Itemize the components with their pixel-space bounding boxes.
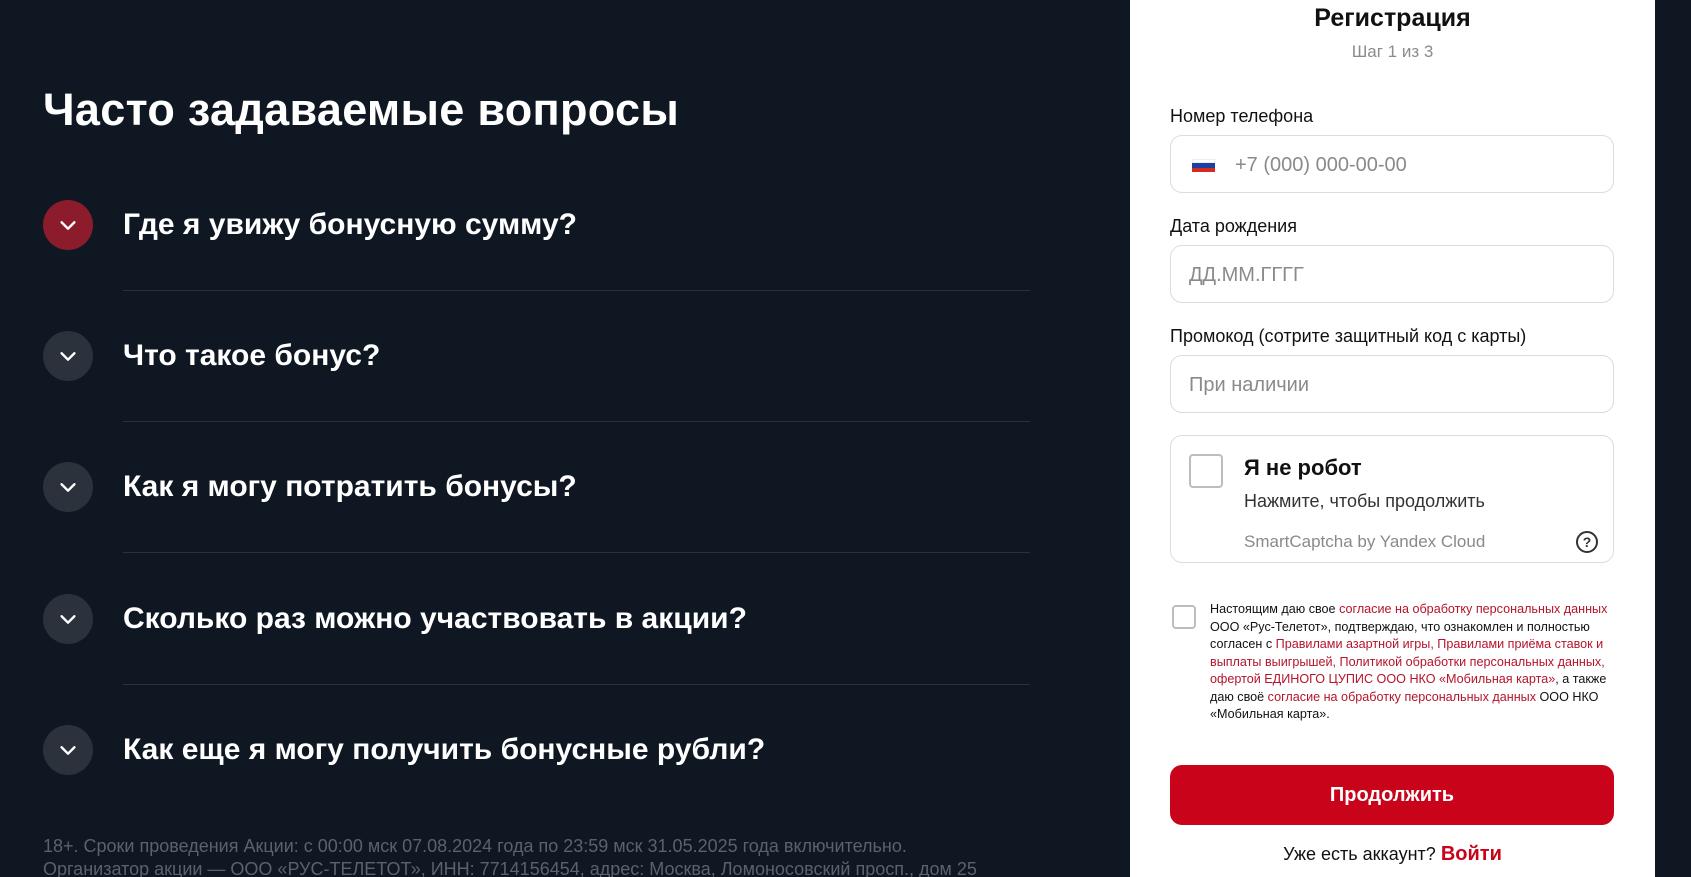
- promo-input[interactable]: [1187, 356, 1601, 414]
- faq-item[interactable]: Где я увижу бонусную сумму?: [43, 200, 1030, 331]
- chevron-down-icon: [60, 615, 76, 624]
- faq-divider: [123, 684, 1030, 685]
- birthdate-label: Дата рождения: [1170, 216, 1297, 236]
- continue-button[interactable]: Продолжить: [1170, 765, 1614, 825]
- consent-checkbox[interactable]: [1172, 605, 1196, 629]
- login-prompt: Уже есть аккаунт?: [1283, 844, 1436, 864]
- right-background-strip: [1655, 0, 1691, 877]
- chevron-down-icon: [60, 221, 76, 230]
- faq-question[interactable]: Как я могу потратить бонусы?: [123, 470, 577, 504]
- faq-toggle-button[interactable]: [43, 200, 93, 250]
- promo-terms-line: 18+. Сроки проведения Акции: с 00:00 мск…: [43, 836, 907, 856]
- phone-label: Номер телефона: [1170, 106, 1314, 126]
- consent-text: Настоящим даю свое согласие на обработку…: [1210, 601, 1610, 724]
- consent-text-part: Настоящим даю свое: [1210, 602, 1340, 616]
- faq-toggle-button[interactable]: [43, 462, 93, 512]
- promo-terms-line: Организатор акции — ООО «РУС-ТЕЛЕТОТ», И…: [43, 859, 977, 877]
- chevron-down-icon: [60, 746, 76, 755]
- russia-flag-icon: [1192, 159, 1215, 172]
- faq-item[interactable]: Как я могу потратить бонусы?: [43, 462, 1030, 593]
- login-row: Уже есть аккаунт? Войти: [1130, 843, 1655, 866]
- nko-consent-link[interactable]: согласие на обработку персональных данны…: [1268, 690, 1536, 704]
- page-root: Часто задаваемые вопросы Где я увижу бон…: [0, 0, 1691, 877]
- faq-toggle-button[interactable]: [43, 725, 93, 775]
- chevron-down-icon: [60, 352, 76, 361]
- faq-item[interactable]: Сколько раз можно участвовать в акции?: [43, 594, 1030, 725]
- promo-label: Промокод (сотрите защитный код с карты): [1170, 326, 1527, 346]
- captcha-checkbox[interactable]: [1189, 454, 1223, 488]
- faq-toggle-button[interactable]: [43, 331, 93, 381]
- faq-divider: [123, 552, 1030, 553]
- registration-title: Регистрация: [1314, 4, 1471, 32]
- faq-item[interactable]: Что такое бонус?: [43, 331, 1030, 462]
- captcha-title: Я не робот: [1244, 455, 1362, 480]
- registration-panel: Регистрация Шаг 1 из 3 Номер телефона Да…: [1130, 0, 1655, 877]
- faq-question[interactable]: Сколько раз можно участвовать в акции?: [123, 602, 747, 636]
- captcha-brand: SmartCaptcha by Yandex Cloud: [1244, 532, 1486, 551]
- faq-section: Часто задаваемые вопросы Где я увижу бон…: [0, 0, 1130, 877]
- promo-field: [1170, 355, 1614, 414]
- faq-divider: [123, 421, 1030, 422]
- chevron-down-icon: [60, 483, 76, 492]
- login-link[interactable]: Войти: [1441, 843, 1502, 865]
- promo-terms-text: 18+. Сроки проведения Акции: с 00:00 мск…: [43, 835, 1033, 877]
- faq-question[interactable]: Что такое бонус?: [123, 339, 380, 373]
- birthdate-field: [1170, 245, 1614, 304]
- faq-question[interactable]: Где я увижу бонусную сумму?: [123, 208, 577, 242]
- phone-field: [1170, 135, 1614, 194]
- faq-toggle-button[interactable]: [43, 594, 93, 644]
- captcha-subtitle: Нажмите, чтобы продолжить: [1244, 491, 1485, 511]
- phone-input[interactable]: [1233, 136, 1607, 194]
- personal-data-consent-link[interactable]: согласие на обработку персональных данны…: [1339, 602, 1607, 616]
- faq-title: Часто задаваемые вопросы: [43, 84, 680, 135]
- birthdate-input[interactable]: [1187, 246, 1601, 304]
- flag-stripe: [1192, 167, 1215, 172]
- captcha-widget[interactable]: Я не робот Нажмите, чтобы продолжить Sma…: [1170, 435, 1614, 563]
- faq-question[interactable]: Как еще я могу получить бонусные рубли?: [123, 733, 765, 767]
- step-indicator: Шаг 1 из 3: [1351, 42, 1434, 61]
- faq-divider: [123, 290, 1030, 291]
- question-circle-icon[interactable]: ?: [1576, 531, 1598, 553]
